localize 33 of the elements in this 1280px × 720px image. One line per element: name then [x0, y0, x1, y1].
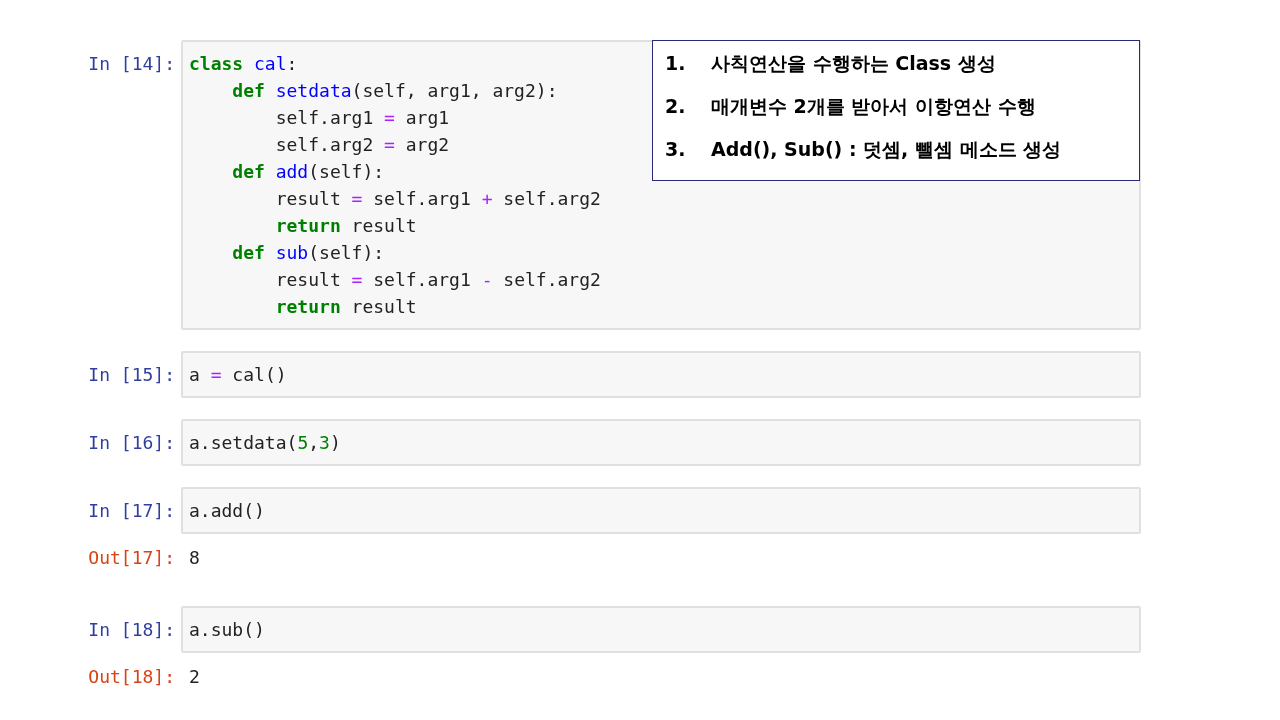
code-cell[interactable]: a = cal() [181, 351, 1141, 398]
input-prompt: In [16]: [87, 431, 175, 455]
code-line: class cal: [189, 52, 298, 76]
item-text: 사칙연산을 수행하는 Class 생성 [711, 51, 996, 76]
input-prompt: In [14]: [87, 52, 175, 76]
code-line: def setdata(self, arg1, arg2): [231, 79, 558, 103]
code-line: result = self.arg1 - self.arg2 [274, 268, 601, 292]
code-line: a = cal() [189, 363, 287, 387]
code-line: def add(self): [231, 160, 385, 184]
code-line: a.setdata(5,3) [189, 431, 341, 455]
item-number: 1. [665, 51, 687, 76]
item-number: 3. [665, 137, 687, 162]
code-line: return result [274, 214, 417, 238]
code-line: result = self.arg1 + self.arg2 [274, 187, 601, 211]
item-number: 2. [665, 94, 687, 119]
code-cell[interactable]: a.add() [181, 487, 1141, 534]
code-line: self.arg1 = arg1 [274, 106, 450, 130]
input-prompt: In [17]: [87, 499, 175, 523]
code-line: return result [274, 295, 417, 319]
input-prompt: In [18]: [87, 618, 175, 642]
code-cell[interactable]: a.setdata(5,3) [181, 419, 1141, 466]
input-prompt: In [15]: [87, 363, 175, 387]
output-text: 8 [188, 546, 201, 570]
output-text: 2 [188, 665, 201, 689]
code-cell[interactable]: a.sub() [181, 606, 1141, 653]
output-prompt: Out[18]: [87, 665, 175, 689]
code-line: a.add() [189, 499, 265, 523]
item-text: Add(), Sub() : 덧셈, 뺄셈 메소드 생성 [711, 137, 1062, 162]
item-text: 매개변수 2개를 받아서 이항연산 수행 [711, 94, 1036, 119]
output-prompt: Out[17]: [87, 546, 175, 570]
code-line: self.arg2 = arg2 [274, 133, 450, 157]
code-line: def sub(self): [231, 241, 385, 265]
code-line: a.sub() [189, 618, 265, 642]
